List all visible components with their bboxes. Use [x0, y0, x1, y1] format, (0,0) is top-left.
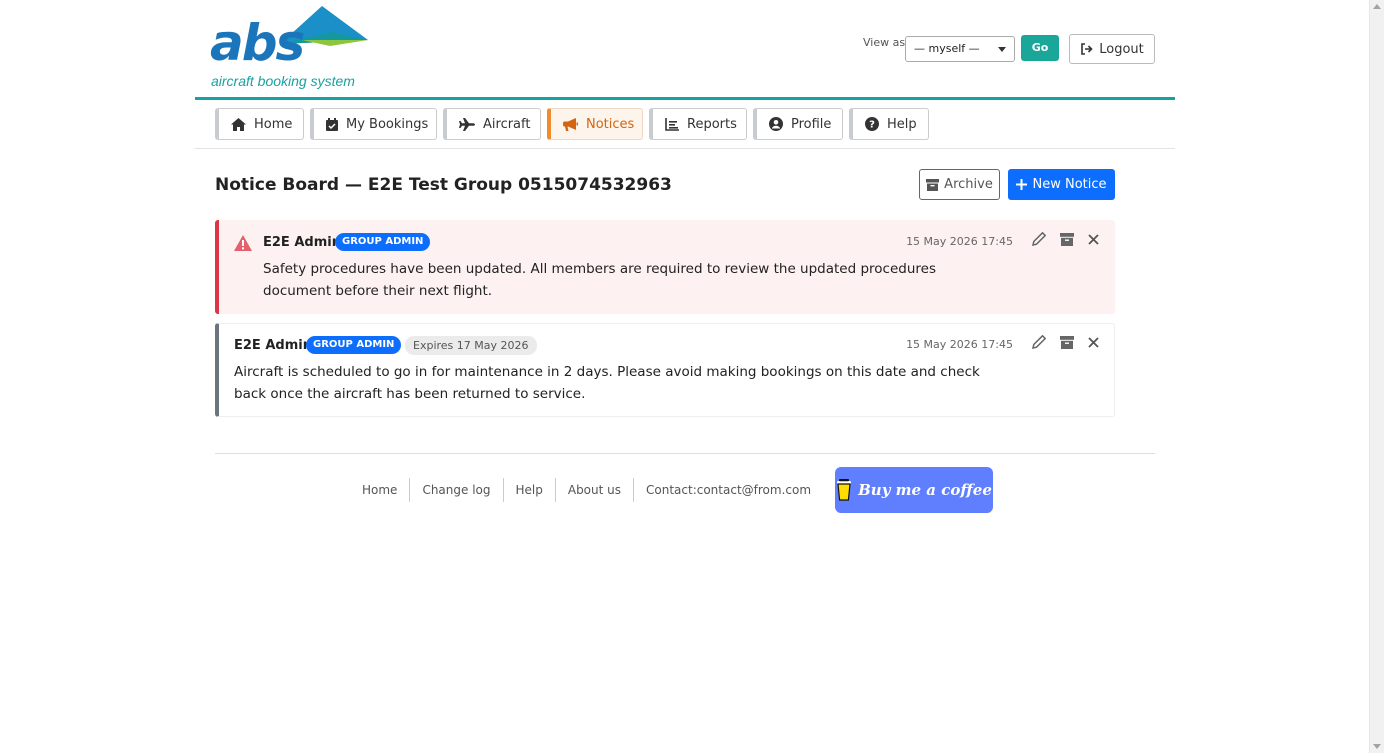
- coffee-label: Buy me a coffee: [858, 481, 992, 499]
- tab-aircraft-label: Aircraft: [483, 116, 531, 132]
- view-as-label: View as: [863, 36, 906, 49]
- plane-icon: [459, 117, 475, 131]
- close-icon[interactable]: [1088, 233, 1099, 245]
- tab-reports[interactable]: Reports: [649, 108, 747, 140]
- tab-aircraft[interactable]: Aircraft: [443, 108, 541, 140]
- footer-divider: [215, 453, 1155, 454]
- logo-tagline: aircraft booking system: [211, 73, 355, 89]
- notice-author: E2E Admin: [263, 235, 341, 250]
- site-header: abs aircraft booking system View as — my…: [195, 0, 1175, 100]
- coffee-cup-icon: [837, 479, 852, 501]
- role-badge: GROUP ADMIN: [335, 233, 431, 251]
- notice-actions: [1032, 335, 1099, 349]
- svg-text:?: ?: [869, 120, 875, 131]
- archive-icon[interactable]: [1060, 335, 1074, 349]
- tab-profile[interactable]: Profile: [753, 108, 843, 140]
- page-scrollbar[interactable]: [1369, 0, 1384, 753]
- footer-link-help[interactable]: Help: [504, 478, 556, 502]
- close-icon[interactable]: [1088, 336, 1099, 348]
- tab-help[interactable]: ? Help: [849, 108, 929, 140]
- logout-icon: [1081, 43, 1093, 55]
- warning-triangle-icon: [234, 235, 252, 251]
- new-notice-button[interactable]: New Notice: [1008, 169, 1115, 200]
- new-notice-label: New Notice: [1032, 177, 1107, 192]
- tab-my-bookings-label: My Bookings: [346, 116, 429, 132]
- home-icon: [231, 117, 246, 131]
- archive-label: Archive: [944, 177, 993, 192]
- notice-date: 15 May 2026 17:45: [906, 235, 1013, 248]
- page: abs aircraft booking system View as — my…: [195, 0, 1175, 513]
- notice-author: E2E Admin: [234, 338, 312, 353]
- go-button[interactable]: Go: [1021, 35, 1059, 61]
- notice-body: Aircraft is scheduled to go in for maint…: [234, 364, 980, 402]
- logout-label: Logout: [1099, 41, 1144, 57]
- plus-icon: [1016, 179, 1028, 190]
- tab-home-label: Home: [254, 116, 293, 132]
- tab-profile-label: Profile: [791, 116, 832, 132]
- footer-link-about[interactable]: About us: [556, 478, 635, 502]
- abs-logo[interactable]: abs aircraft booking system: [210, 6, 368, 91]
- expiry-badge: Expires 17 May 2026: [405, 336, 537, 355]
- tab-reports-label: Reports: [687, 116, 737, 132]
- page-title: Notice Board — E2E Test Group 0515074532…: [215, 175, 672, 195]
- footer-link-home[interactable]: Home: [350, 478, 411, 502]
- footer-link-change-log[interactable]: Change log: [410, 478, 504, 502]
- buy-me-a-coffee-button[interactable]: Buy me a coffee: [835, 467, 993, 513]
- edit-pencil-icon[interactable]: [1032, 335, 1046, 349]
- notice-date: 15 May 2026 17:45: [906, 338, 1013, 351]
- view-as-select[interactable]: — myself —: [905, 36, 1015, 62]
- footer-contact[interactable]: Contact:contact@from.com: [634, 478, 823, 502]
- user-icon: [769, 117, 783, 131]
- logout-button[interactable]: Logout: [1069, 34, 1155, 64]
- archive-button[interactable]: Archive: [919, 169, 1000, 200]
- notice-actions: [1032, 232, 1099, 246]
- notice-card: E2E Admin GROUP ADMIN Expires 17 May 202…: [215, 323, 1115, 417]
- main-nav: Home My Bookings Aircraft Notices Report…: [195, 100, 1175, 149]
- view-as-selected-value: — myself —: [914, 42, 980, 55]
- logo-wordmark: abs: [210, 14, 305, 72]
- megaphone-icon: [563, 117, 578, 131]
- tab-notices[interactable]: Notices: [547, 108, 643, 140]
- notice-body: Safety procedures have been updated. All…: [263, 261, 937, 299]
- chart-icon: [665, 117, 679, 131]
- calendar-icon: [326, 117, 338, 131]
- footer-links: Home Change log Help About us Contact:co…: [350, 478, 823, 502]
- tab-home[interactable]: Home: [215, 108, 304, 140]
- tab-help-label: Help: [887, 116, 917, 132]
- question-icon: ?: [865, 117, 879, 131]
- scroll-down-icon[interactable]: [1373, 744, 1381, 749]
- edit-pencil-icon[interactable]: [1032, 232, 1046, 246]
- chevron-down-icon: [998, 47, 1006, 52]
- role-badge: GROUP ADMIN: [306, 336, 402, 354]
- archive-icon[interactable]: [1060, 232, 1074, 246]
- tab-my-bookings[interactable]: My Bookings: [310, 108, 437, 140]
- tab-notices-label: Notices: [586, 116, 635, 132]
- notice-card: E2E Admin GROUP ADMIN 15 May 2026 17:45 …: [215, 220, 1115, 314]
- archive-icon: [926, 178, 940, 191]
- scroll-up-icon[interactable]: [1373, 4, 1381, 9]
